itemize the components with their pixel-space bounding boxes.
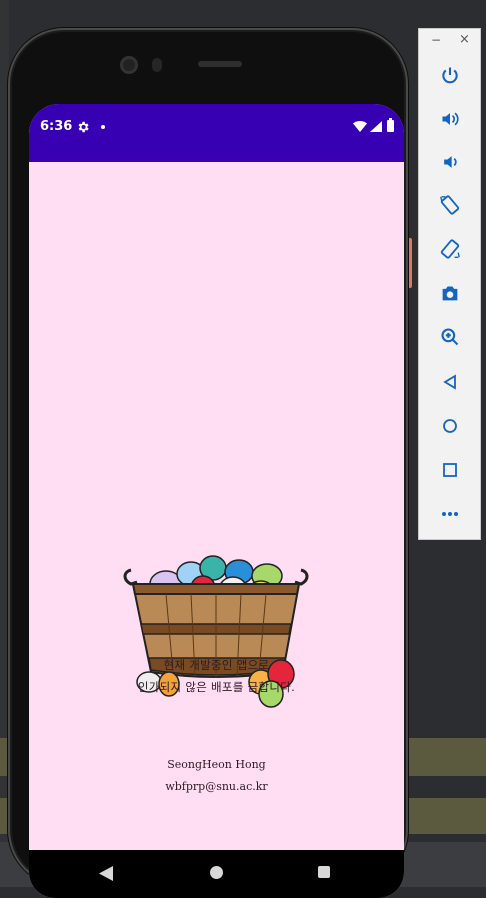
wifi-icon [353, 121, 367, 132]
rotate-left-button[interactable] [436, 191, 464, 219]
toolbar-home-button[interactable] [436, 412, 464, 440]
volume-up-icon [442, 112, 459, 126]
front-camera [120, 56, 138, 74]
close-button[interactable]: × [459, 32, 470, 47]
toolbar-back-button[interactable] [436, 368, 464, 396]
author-email: wbfprp@snu.ac.kr [165, 780, 268, 793]
power-icon [442, 67, 458, 84]
back-icon [443, 374, 456, 390]
zoom-button[interactable] [436, 323, 464, 351]
device-screen: 6:36 현재 개발중인 앱으로 인가되지 않은 배포를 금합니다. Seong… [29, 104, 404, 898]
power-button[interactable] [436, 61, 464, 89]
proximity-sensor [152, 58, 162, 72]
recents-button[interactable] [318, 866, 330, 878]
navigation-bar [29, 850, 404, 898]
phone-frame: 6:36 현재 개발중인 앱으로 인가되지 않은 배포를 금합니다. Seong… [8, 28, 408, 898]
toolbar-overview-button[interactable] [436, 456, 464, 484]
emulator-toolbar: − × [418, 28, 481, 540]
rotate-left-icon [440, 195, 460, 215]
cell-signal-icon [370, 121, 382, 132]
battery-icon [387, 118, 394, 132]
volume-down-icon [444, 156, 457, 168]
home-button[interactable] [210, 866, 223, 879]
home-icon [443, 419, 457, 433]
rotate-right-button[interactable] [436, 235, 464, 263]
app-content: 현재 개발중인 앱으로 인가되지 않은 배포를 금합니다. SeongHeon … [29, 162, 404, 850]
notification-dot-icon [101, 125, 105, 129]
overview-icon [443, 463, 457, 477]
screenshot-button[interactable] [436, 279, 464, 307]
more-options-button[interactable] [436, 500, 464, 528]
author-name: SeongHeon Hong [167, 758, 266, 771]
notice-line-1: 현재 개발중인 앱으로 [163, 658, 270, 672]
zoom-icon [441, 328, 459, 346]
device-side-button[interactable] [408, 238, 412, 288]
minimize-button[interactable]: − [431, 33, 441, 47]
notice-text: 현재 개발중인 앱으로 인가되지 않은 배포를 금합니다. [29, 654, 404, 698]
volume-down-button[interactable] [436, 148, 464, 176]
more-icon [442, 512, 458, 516]
back-button[interactable] [99, 866, 113, 881]
earpiece-speaker [198, 61, 242, 67]
author-credit: SeongHeon Hong wbfprp@snu.ac.kr [29, 754, 404, 798]
volume-up-button[interactable] [436, 105, 464, 133]
status-bar: 6:36 [29, 104, 404, 162]
status-time: 6:36 [40, 119, 73, 134]
notice-line-2: 인가되지 않은 배포를 금합니다. [137, 680, 296, 694]
rotate-right-icon [440, 239, 460, 259]
camera-icon [442, 286, 458, 301]
settings-gear-icon [78, 121, 89, 133]
